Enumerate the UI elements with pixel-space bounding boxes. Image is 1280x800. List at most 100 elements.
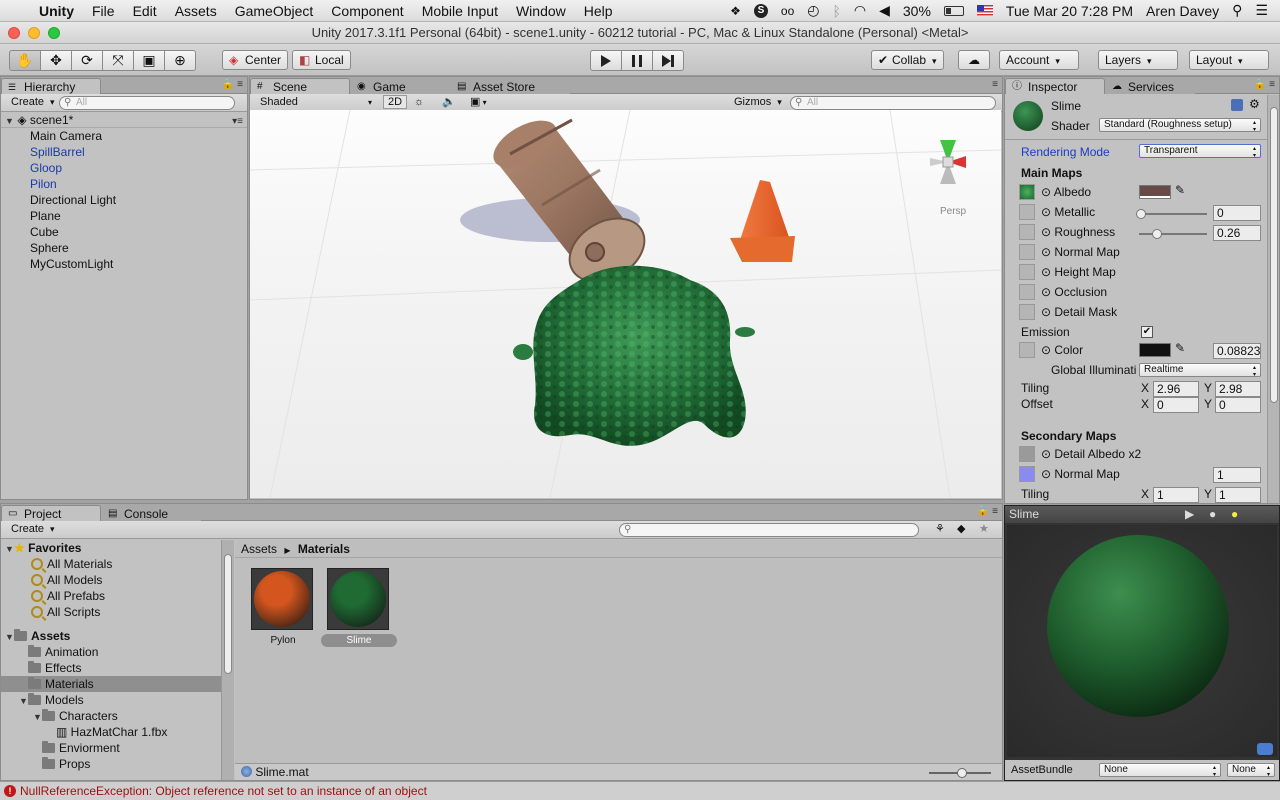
scene-viewport[interactable]: Persp bbox=[250, 110, 1001, 498]
inspector-scrollbar[interactable] bbox=[1267, 95, 1279, 503]
height-map-texture-slot[interactable] bbox=[1019, 264, 1035, 280]
preview-viewport[interactable] bbox=[1007, 525, 1277, 757]
metallic-texture-slot[interactable] bbox=[1019, 204, 1035, 220]
hierarchy-item[interactable]: Cube bbox=[1, 224, 247, 240]
persp-label[interactable]: Persp bbox=[940, 206, 967, 217]
roughness-slider[interactable] bbox=[1139, 225, 1207, 241]
user-name[interactable]: Aren Davey bbox=[1146, 3, 1219, 19]
tiling-y-field[interactable]: 2.98 bbox=[1215, 381, 1261, 397]
hierarchy-create-dropdown[interactable]: Create bbox=[7, 95, 59, 110]
account-dropdown[interactable]: Account bbox=[999, 50, 1079, 70]
tab-services[interactable]: ☁ Services bbox=[1105, 78, 1195, 94]
project-tree-item[interactable]: ▼ Models bbox=[1, 692, 221, 708]
material-gear-icon[interactable]: ⚙ bbox=[1249, 97, 1260, 111]
menu-edit[interactable]: Edit bbox=[124, 3, 166, 19]
pivot-local-button[interactable]: ◧ Local bbox=[292, 50, 351, 70]
favorites-row[interactable]: ▼★ Favorites bbox=[1, 540, 221, 556]
menu-mobile-input[interactable]: Mobile Input bbox=[413, 3, 507, 19]
roughness-value-field[interactable]: 0.26 bbox=[1213, 225, 1261, 241]
help-book-icon[interactable] bbox=[1231, 99, 1243, 111]
assetbundle-variant-dropdown[interactable]: None bbox=[1227, 763, 1275, 778]
effects-dropdown[interactable]: ▣ ▾ bbox=[466, 95, 494, 110]
scale-tool-button[interactable]: ⤧ bbox=[102, 50, 134, 71]
hierarchy-search-input[interactable]: All bbox=[59, 96, 235, 110]
albedo-texture-slot[interactable] bbox=[1019, 184, 1035, 200]
offset-x-field[interactable]: 0 bbox=[1153, 397, 1199, 413]
favorite-star-icon[interactable]: ★ bbox=[979, 522, 989, 535]
albedo-color-field[interactable] bbox=[1139, 185, 1171, 199]
pivot-center-button[interactable]: ◈ Center bbox=[222, 50, 289, 70]
favorite-item[interactable]: All Prefabs bbox=[1, 588, 221, 604]
menu-gameobject[interactable]: GameObject bbox=[226, 3, 323, 19]
expand-triangle-icon[interactable]: ▼ bbox=[5, 113, 14, 129]
secondary-tiling-x-field[interactable]: 1 bbox=[1153, 487, 1199, 503]
scene-options-icon[interactable]: ▾≡ bbox=[232, 114, 243, 130]
emission-eyedropper-icon[interactable]: ✎ bbox=[1175, 341, 1185, 355]
wifi-icon[interactable]: ◠ bbox=[854, 2, 866, 19]
tree-scroll-thumb[interactable] bbox=[224, 554, 232, 674]
menu-app-name[interactable]: Unity bbox=[30, 3, 83, 19]
assetbundle-dropdown[interactable]: None bbox=[1099, 763, 1221, 778]
metallic-slider[interactable] bbox=[1136, 205, 1207, 221]
battery-icon[interactable] bbox=[943, 5, 964, 16]
tab-hierarchy[interactable]: ☰ Hierarchy bbox=[1, 78, 101, 94]
menu-help[interactable]: Help bbox=[575, 3, 622, 19]
preview-sphere-icon[interactable]: ● bbox=[1209, 506, 1216, 523]
shader-dropdown[interactable]: Standard (Roughness setup) bbox=[1099, 118, 1261, 133]
collapse-triangle-icon[interactable]: ▼ bbox=[33, 709, 42, 725]
skype-icon[interactable]: S bbox=[753, 3, 768, 18]
hierarchy-item[interactable]: Plane bbox=[1, 208, 247, 224]
project-tree-item[interactable]: Enviorment bbox=[1, 740, 221, 756]
rendering-mode-dropdown[interactable]: Transparent bbox=[1139, 144, 1261, 159]
notification-center-icon[interactable]: ☰ bbox=[1255, 2, 1268, 19]
rotate-tool-button[interactable]: ⟳ bbox=[71, 50, 103, 71]
favorite-item[interactable]: All Models bbox=[1, 572, 221, 588]
2d-toggle[interactable]: 2D bbox=[383, 95, 408, 109]
clock[interactable]: Tue Mar 20 7:28 PM bbox=[1006, 3, 1133, 19]
bluetooth-icon[interactable]: ᛒ bbox=[832, 3, 840, 19]
secondary-normal-scale-field[interactable]: 1 bbox=[1213, 467, 1261, 483]
cloud-button[interactable]: ☁ bbox=[958, 50, 990, 70]
time-machine-icon[interactable]: ◴ bbox=[807, 2, 819, 19]
menu-window[interactable]: Window bbox=[507, 3, 575, 19]
dropbox-icon[interactable]: ❖ bbox=[730, 4, 741, 18]
scene-panel-options-icon[interactable]: ≡ bbox=[992, 79, 998, 90]
favorite-item[interactable]: All Scripts bbox=[1, 604, 221, 620]
collab-button[interactable]: ✔ Collab bbox=[871, 50, 944, 70]
layers-dropdown[interactable]: Layers bbox=[1098, 50, 1178, 70]
flag-icon[interactable] bbox=[976, 5, 993, 16]
hierarchy-item[interactable]: SpillBarrel bbox=[1, 144, 247, 160]
project-options-icon[interactable]: 🔒 ≡ bbox=[977, 506, 998, 517]
secondary-tiling-y-field[interactable]: 1 bbox=[1215, 487, 1261, 503]
tab-asset-store[interactable]: ▤ Asset Store bbox=[450, 78, 570, 94]
audio-toggle[interactable]: 🔈 bbox=[438, 95, 460, 110]
shading-dropdown[interactable]: Shaded ▾ bbox=[256, 95, 376, 110]
search-by-type-icon[interactable]: ⚘ bbox=[935, 522, 945, 535]
close-window-button[interactable] bbox=[8, 27, 20, 39]
play-button[interactable] bbox=[590, 50, 622, 71]
scene-search-input[interactable]: All bbox=[790, 96, 996, 110]
emission-color-field[interactable] bbox=[1139, 343, 1171, 357]
menu-component[interactable]: Component bbox=[322, 3, 412, 19]
offset-y-field[interactable]: 0 bbox=[1215, 397, 1261, 413]
hierarchy-item[interactable]: Directional Light bbox=[1, 192, 247, 208]
roughness-slider-knob[interactable] bbox=[1152, 229, 1162, 239]
tab-scene[interactable]: # Scene bbox=[250, 78, 350, 94]
zoom-window-button[interactable] bbox=[48, 27, 60, 39]
breadcrumb-assets[interactable]: Assets bbox=[241, 542, 277, 556]
asset-thumbnail[interactable]: Pylon bbox=[251, 568, 315, 647]
hierarchy-item[interactable]: Pilon bbox=[1, 176, 247, 192]
secondary-normal-texture-slot[interactable] bbox=[1019, 466, 1035, 482]
scene-gizmo[interactable] bbox=[930, 140, 966, 184]
metallic-value-field[interactable]: 0 bbox=[1213, 205, 1261, 221]
hierarchy-item[interactable]: MyCustomLight bbox=[1, 256, 247, 272]
gizmos-dropdown[interactable]: Gizmos bbox=[730, 95, 786, 110]
global-illumination-dropdown[interactable]: Realtime bbox=[1139, 363, 1261, 378]
project-tree-item[interactable]: Animation bbox=[1, 644, 221, 660]
detail-mask-texture-slot[interactable] bbox=[1019, 304, 1035, 320]
tag-icon[interactable] bbox=[1257, 743, 1273, 755]
move-tool-button[interactable]: ✥ bbox=[40, 50, 72, 71]
volume-icon[interactable]: ◀ bbox=[879, 2, 890, 19]
step-button[interactable] bbox=[652, 50, 684, 71]
search-by-label-icon[interactable]: ◆ bbox=[957, 522, 965, 535]
